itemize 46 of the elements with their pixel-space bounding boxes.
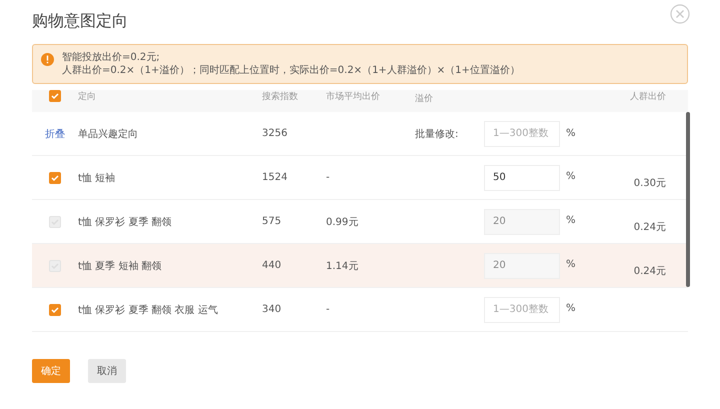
column-header: 搜索指数 (262, 90, 298, 102)
batch-label: 批量修改: (415, 128, 460, 140)
table-cell: - (326, 304, 330, 315)
column-header: 定向 (78, 90, 96, 102)
scrollbar[interactable] (686, 112, 690, 287)
table-cell: 440 (262, 260, 282, 271)
batch-input[interactable]: 1—300整数 (484, 120, 560, 146)
header-checkbox[interactable] (49, 90, 61, 102)
table-cell: t恤 保罗衫 夏季 翻领 (78, 216, 172, 228)
table-cell-text: 0.24元 (634, 220, 666, 234)
premium-input[interactable]: 1—300整数 (484, 296, 560, 322)
cancel-button[interactable]: 取消 (88, 359, 126, 383)
column-header: 人群出价 (630, 90, 666, 102)
table-cell: t恤 保罗衫 夏季 翻领 衣服 运气 (78, 304, 218, 316)
premium-input[interactable]: 50 (484, 164, 560, 190)
percent-unit: % (566, 170, 576, 182)
table-cell: 1524 (262, 172, 288, 183)
table-cell: 0.99元 (326, 216, 358, 228)
row-checkbox[interactable] (49, 304, 61, 316)
column-header: 市场平均出价 (326, 90, 380, 102)
alert-text: 智能投放出价=0.2元; (62, 51, 161, 64)
table-cell: t恤 短袖 (78, 172, 116, 184)
alert-text: 人群出价=0.2×（1+溢价）；同时匹配上位置时，实际出价=0.2×（1+人群溢价）×（1+位置溢价） (62, 64, 520, 77)
warning-icon (41, 53, 54, 66)
confirm-button[interactable]: 确定 (32, 359, 70, 383)
table-cell: 1.14元 (326, 260, 358, 272)
dialog-title: 购物意图定向 (32, 10, 128, 32)
table-cell-text: 0.30元 (634, 176, 666, 190)
table-cell-text: 0.24元 (634, 264, 666, 278)
column-header: 溢价 (415, 92, 433, 105)
percent-unit: % (566, 214, 576, 226)
table-cell: 3256 (262, 128, 288, 139)
percent-unit: % (566, 128, 576, 139)
check-icon (50, 172, 60, 182)
row-checkbox[interactable] (49, 172, 61, 184)
table-cell: t恤 夏季 短袖 翻领 (78, 260, 162, 272)
table-cell: 单品兴趣定向 (78, 128, 138, 140)
check-icon (50, 304, 60, 314)
check-icon (50, 91, 60, 101)
close-icon[interactable] (670, 4, 690, 24)
table-cell: 575 (262, 216, 282, 227)
percent-unit: % (566, 302, 576, 314)
percent-unit: % (566, 258, 576, 270)
collapse-link[interactable]: 折叠 (45, 126, 65, 140)
table-cell: - (326, 172, 330, 183)
table-cell: 340 (262, 304, 282, 315)
